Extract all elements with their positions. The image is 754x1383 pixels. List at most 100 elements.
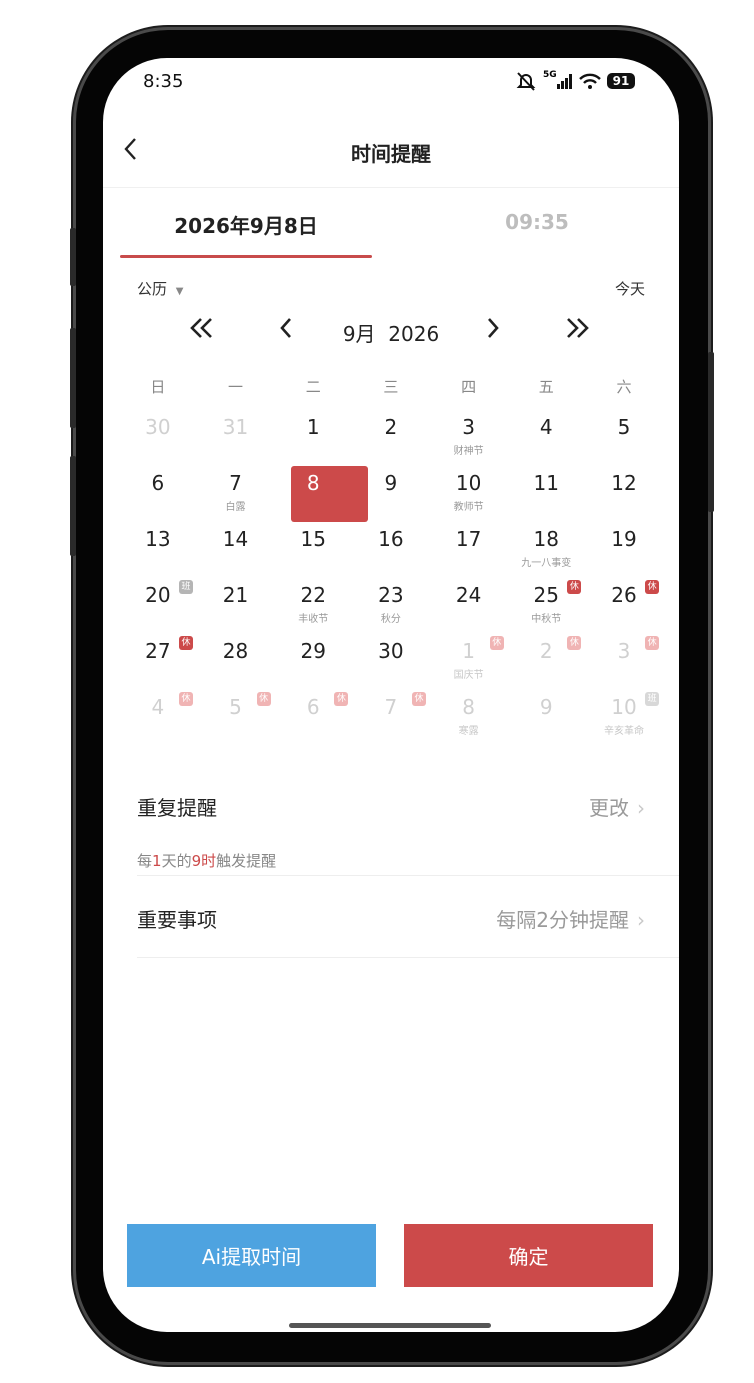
repeat-change-button[interactable]: 更改 › bbox=[589, 792, 645, 821]
weekday-label: 二 bbox=[305, 378, 321, 396]
day-festival-label: 寒露 bbox=[458, 726, 479, 737]
day-number: 23 bbox=[378, 583, 404, 607]
next-month-button[interactable] bbox=[486, 314, 500, 348]
day-cell[interactable]: 30 bbox=[352, 626, 430, 682]
day-cell[interactable]: 19 bbox=[585, 514, 663, 570]
day-number: 17 bbox=[455, 527, 482, 551]
chevron-right-icon: › bbox=[637, 796, 645, 820]
day-festival-label: 中秋节 bbox=[531, 614, 562, 625]
holiday-badge: 休 bbox=[567, 580, 582, 594]
divider bbox=[103, 187, 679, 188]
day-number: 10 bbox=[455, 471, 482, 495]
prev-month-button[interactable] bbox=[279, 314, 293, 348]
important-setting[interactable]: 每隔2分钟提醒 › bbox=[496, 904, 645, 933]
day-festival-label: 财神节 bbox=[453, 446, 484, 457]
day-cell[interactable]: 2休 bbox=[507, 626, 585, 682]
status-icons: 5G 91 bbox=[515, 70, 636, 92]
summary-hour: 9时 bbox=[191, 852, 217, 870]
day-number: 31 bbox=[222, 415, 249, 439]
day-cell[interactable]: 27 休 bbox=[119, 626, 197, 682]
day-cell[interactable]: 7休 bbox=[352, 682, 430, 738]
divider bbox=[137, 957, 679, 958]
day-number: 8 bbox=[306, 471, 320, 495]
chevron-left-icon bbox=[280, 318, 291, 338]
day-cell[interactable]: 13 bbox=[119, 514, 197, 570]
day-cell[interactable]: 28 bbox=[197, 626, 275, 682]
day-cell[interactable]: 30 bbox=[119, 402, 197, 458]
day-cell[interactable]: 21 bbox=[197, 570, 275, 626]
prev-year-button[interactable] bbox=[189, 314, 215, 348]
double-chevron-right-icon bbox=[567, 318, 589, 338]
day-cell[interactable]: 7 白露 bbox=[197, 458, 275, 514]
confirm-button[interactable]: 确定 bbox=[404, 1224, 653, 1287]
day-cell[interactable]: 2 bbox=[352, 402, 430, 458]
day-number: 14 bbox=[222, 527, 249, 551]
day-cell[interactable]: 6 bbox=[119, 458, 197, 514]
summary-text: 每 bbox=[137, 852, 153, 870]
day-cell[interactable]: 3 财神节 bbox=[430, 402, 508, 458]
day-cell[interactable]: 31 bbox=[197, 402, 275, 458]
repeat-change-label: 更改 bbox=[589, 796, 629, 820]
day-cell[interactable]: 14 bbox=[197, 514, 275, 570]
day-cell[interactable]: 4休 bbox=[119, 682, 197, 738]
calendar-type-select[interactable]: 公历 ▼ bbox=[137, 278, 184, 299]
day-festival-label: 教师节 bbox=[453, 502, 484, 513]
day-cell[interactable]: 15 bbox=[274, 514, 352, 570]
day-cell[interactable]: 11 bbox=[507, 458, 585, 514]
day-cell[interactable]: 3休 bbox=[585, 626, 663, 682]
day-number: 19 bbox=[611, 527, 637, 551]
tab-date[interactable]: 2026年9月8日 bbox=[120, 210, 372, 239]
tab-indicator bbox=[120, 255, 372, 258]
holiday-badge: 休 bbox=[179, 636, 193, 650]
day-cell[interactable]: 24 bbox=[430, 570, 508, 626]
wifi-icon bbox=[578, 73, 601, 89]
next-year-button[interactable] bbox=[564, 314, 590, 348]
day-cell[interactable]: 1 bbox=[274, 402, 352, 458]
holiday-badge: 休 bbox=[645, 580, 660, 594]
day-cell[interactable]: 9 bbox=[352, 458, 430, 514]
repeat-summary: 每1天的9时触发提醒 bbox=[137, 850, 276, 871]
day-cell[interactable]: 5休 bbox=[197, 682, 275, 738]
day-cell[interactable]: 20 班 bbox=[119, 570, 197, 626]
today-button[interactable]: 今天 bbox=[615, 278, 645, 299]
weekday-label: 三 bbox=[383, 378, 399, 396]
side-button-volume-down bbox=[70, 456, 76, 556]
side-button-power bbox=[708, 352, 714, 512]
day-number: 4 bbox=[539, 415, 553, 439]
calendar-type-label: 公历 bbox=[137, 280, 168, 298]
home-indicator bbox=[289, 1323, 491, 1328]
day-cell[interactable]: 26 休 bbox=[585, 570, 663, 626]
day-cell[interactable]: 16 bbox=[352, 514, 430, 570]
day-cell-selected[interactable]: 8 bbox=[274, 458, 369, 522]
day-cell[interactable]: 23 秋分 bbox=[352, 570, 430, 626]
day-cell[interactable]: 9 bbox=[507, 682, 585, 738]
screen: 8:35 5G 91 时间提醒 2026年9月8日 09:35 公历 ▼ 今天 bbox=[103, 58, 679, 1332]
weekday-label: 六 bbox=[616, 378, 632, 396]
day-number: 8 bbox=[462, 695, 475, 719]
day-cell[interactable]: 12 bbox=[585, 458, 663, 514]
month-year-label: 9月 2026 bbox=[303, 318, 479, 347]
weekday-label: 五 bbox=[538, 378, 554, 396]
day-cell[interactable]: 10 辛亥革命班 bbox=[585, 682, 663, 738]
day-cell[interactable]: 10 教师节 bbox=[430, 458, 508, 514]
battery-icon: 91 bbox=[606, 73, 636, 89]
weekday-label: 日 bbox=[150, 378, 166, 396]
day-number: 28 bbox=[222, 639, 249, 663]
year-label: 2026 bbox=[388, 322, 440, 346]
day-cell[interactable]: 6休 bbox=[274, 682, 352, 738]
day-cell[interactable]: 5 bbox=[585, 402, 663, 458]
divider bbox=[137, 875, 679, 876]
day-number: 6 bbox=[151, 471, 165, 495]
day-cell[interactable]: 1 国庆节休 bbox=[430, 626, 508, 682]
holiday-badge: 休 bbox=[256, 692, 271, 706]
day-cell[interactable]: 25 中秋节休 bbox=[507, 570, 585, 626]
day-number: 24 bbox=[455, 583, 482, 607]
ai-extract-time-button[interactable]: Ai提取时间 bbox=[127, 1224, 376, 1287]
tab-time[interactable]: 09:35 bbox=[403, 210, 671, 234]
day-cell[interactable]: 22 丰收节 bbox=[274, 570, 352, 626]
day-cell[interactable]: 18 九一八事变 bbox=[507, 514, 585, 570]
day-cell[interactable]: 8 寒露 bbox=[430, 682, 508, 738]
day-cell[interactable]: 29 bbox=[274, 626, 352, 682]
day-cell[interactable]: 17 bbox=[430, 514, 508, 570]
day-cell[interactable]: 4 bbox=[507, 402, 585, 458]
